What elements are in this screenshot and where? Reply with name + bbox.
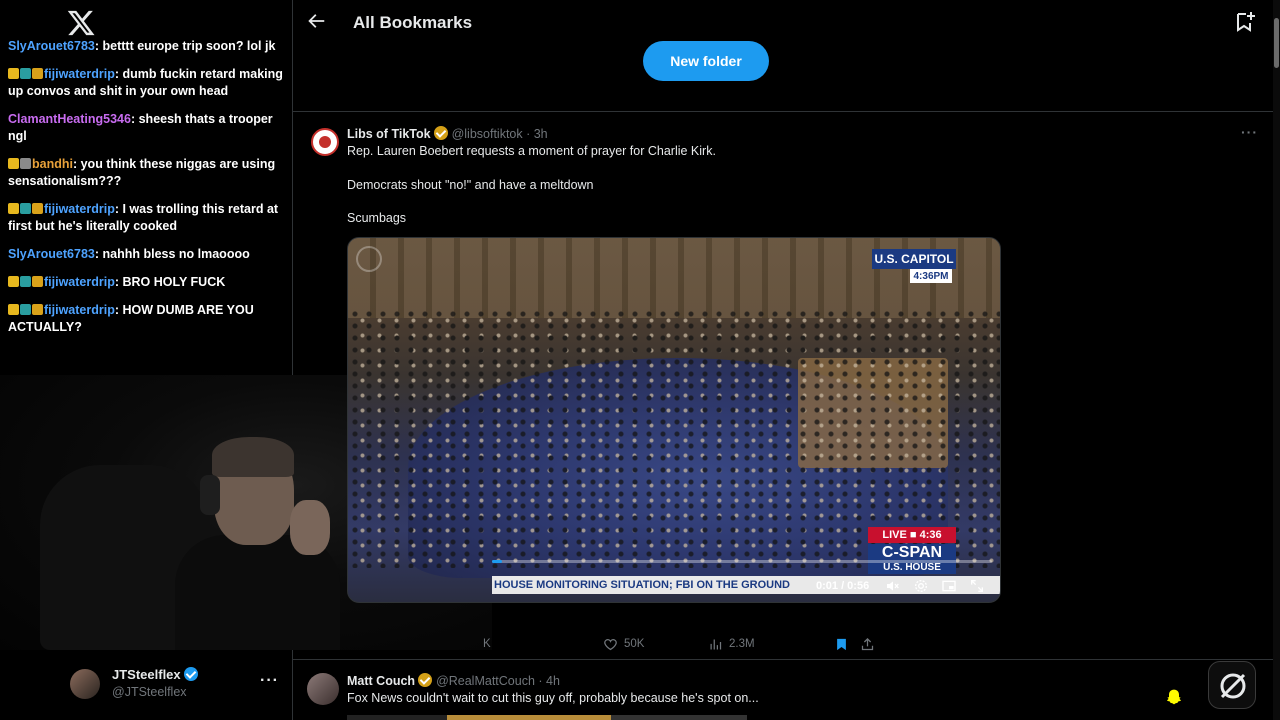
- grok-button[interactable]: [1208, 661, 1256, 709]
- chat-message: fijiwaterdrip: BRO HOLY FUCK: [8, 274, 284, 291]
- bookmark-filled-icon: [837, 638, 846, 650]
- verified-badge-icon: [433, 126, 448, 140]
- tweet-text-line: Democrats shout "no!" and have a meltdow…: [347, 178, 594, 192]
- chat-badge-gold-icon: [32, 68, 43, 79]
- author-name[interactable]: Matt Couch: [347, 674, 415, 688]
- add-bookmark-folder-icon[interactable]: [1233, 10, 1257, 34]
- chat-message: SlyArouet6783: betttt europe trip soon? …: [8, 38, 284, 55]
- chat-username[interactable]: bandhi: [32, 157, 73, 171]
- account-handle: @JTSteelflex: [112, 685, 187, 699]
- avatar[interactable]: [70, 669, 100, 699]
- chat-badge-crown-icon: [8, 158, 19, 169]
- x-logo-icon[interactable]: [66, 8, 96, 38]
- author-name[interactable]: Libs of TikTok: [347, 127, 431, 141]
- tweet-actions: K 50K 2.3M: [483, 636, 875, 652]
- chat-message: fijiwaterdrip: dumb fuckin retard making…: [8, 66, 284, 100]
- volume-icon[interactable]: [885, 578, 901, 594]
- back-arrow-icon[interactable]: [305, 10, 327, 32]
- avatar[interactable]: [311, 128, 339, 156]
- chat-username[interactable]: fijiwaterdrip: [44, 275, 115, 289]
- chat-message: bandhi: you think these niggas are using…: [8, 156, 284, 190]
- tweet-media-preview[interactable]: [347, 715, 747, 720]
- chat-badge-gold-icon: [32, 304, 43, 315]
- account-switcher[interactable]: JTSteelflex @JTSteelflex ···: [70, 664, 285, 704]
- tweet[interactable]: Matt Couch @RealMattCouch · 4h Fox News c…: [293, 661, 1273, 720]
- chat-username[interactable]: SlyArouet6783: [8, 39, 95, 53]
- fullscreen-icon[interactable]: [969, 578, 985, 594]
- chat-badge-teal-icon: [20, 68, 31, 79]
- verified-badge-icon: [183, 667, 198, 681]
- live-badge: LIVE ■ 4:36: [868, 527, 956, 543]
- settings-gear-icon[interactable]: [913, 578, 929, 594]
- heart-icon: [604, 638, 617, 650]
- chat-username[interactable]: fijiwaterdrip: [44, 202, 115, 216]
- chat-message: ClamantHeating5346: sheesh thats a troop…: [8, 111, 284, 145]
- chat-message: SlyArouet6783: nahhh bless no lmaoooo: [8, 246, 284, 263]
- capitol-label: U.S. CAPITOL: [872, 249, 956, 269]
- chat-text: : BRO HOLY FUCK: [114, 275, 226, 289]
- tweet-header: Libs of TikTok @libsoftiktok · 3h: [347, 126, 548, 141]
- chat-badge-crown-icon: [8, 304, 19, 315]
- chat-badge-teal-icon: [20, 276, 31, 287]
- video-player[interactable]: U.S. CAPITOL 4:36PM LIVE ■ 4:36 C-SPAN U…: [347, 237, 1001, 603]
- analytics-icon: [710, 639, 722, 649]
- chat-badge-crown-icon: [8, 276, 19, 287]
- chat-badge-gold-icon: [32, 276, 43, 287]
- chat-username[interactable]: ClamantHeating5346: [8, 112, 131, 126]
- views-button[interactable]: 2.3M: [708, 637, 834, 652]
- chat-badge-teal-icon: [20, 203, 31, 214]
- snapchat-ghost-icon: [1166, 689, 1182, 705]
- chat-badge-grey-icon: [20, 158, 31, 169]
- tweet-text-line: Fox News couldn't wait to cut this guy o…: [347, 691, 759, 705]
- headset-icon: [200, 475, 220, 515]
- capitol-time: 4:36PM: [910, 269, 952, 283]
- scrollbar[interactable]: [1273, 0, 1280, 720]
- more-icon[interactable]: ···: [1241, 124, 1258, 140]
- page-title: All Bookmarks: [353, 13, 473, 32]
- author-handle[interactable]: @libsoftiktok · 3h: [452, 127, 548, 141]
- chat-text: : betttt europe trip soon? lol jk: [94, 39, 276, 53]
- chat-badge-gold-icon: [32, 203, 43, 214]
- account-name: JTSteelflex: [112, 667, 198, 682]
- bookmark-button[interactable]: [834, 637, 860, 652]
- chat-message: fijiwaterdrip: HOW DUMB ARE YOU ACTUALLY…: [8, 302, 284, 336]
- tweet-header: Matt Couch @RealMattCouch · 4h: [347, 673, 560, 688]
- tweet-text-line: Rep. Lauren Boebert requests a moment of…: [347, 144, 716, 158]
- new-folder-button[interactable]: New folder: [643, 41, 769, 81]
- chat-badge-crown-icon: [8, 203, 19, 214]
- more-icon[interactable]: ···: [260, 672, 279, 690]
- chat-username[interactable]: fijiwaterdrip: [44, 67, 115, 81]
- video-controls: 0:01 / 0:56: [816, 578, 996, 594]
- chat-badge-teal-icon: [20, 304, 31, 315]
- chat-text: : nahhh bless no lmaoooo: [94, 247, 250, 261]
- chat-username[interactable]: fijiwaterdrip: [44, 303, 115, 317]
- like-count: 50K: [624, 638, 645, 650]
- share-icon: [861, 637, 874, 650]
- video-progress-fill: [492, 560, 502, 563]
- tweet[interactable]: Libs of TikTok @libsoftiktok · 3h ··· Rep…: [293, 112, 1273, 660]
- chat-badge-crown-icon: [8, 68, 19, 79]
- grok-icon: [1220, 673, 1246, 699]
- channel-watermark-icon: [356, 246, 382, 272]
- header: All Bookmarks New folder: [293, 0, 1273, 112]
- picture-in-picture-icon[interactable]: [941, 578, 957, 594]
- chat-message: fijiwaterdrip: I was trolling this retar…: [8, 201, 284, 235]
- tweet-text-line: Scumbags: [347, 211, 407, 225]
- stream-chat: SlyArouet6783: betttt europe trip soon? …: [8, 38, 284, 347]
- share-button[interactable]: [860, 637, 875, 652]
- verified-badge-icon: [418, 673, 433, 687]
- avatar[interactable]: [307, 673, 339, 705]
- chat-username[interactable]: SlyArouet6783: [8, 247, 95, 261]
- video-progress-bar[interactable]: [492, 560, 992, 563]
- reply-count[interactable]: K: [483, 638, 603, 650]
- cspan-logo: C-SPAN U.S. HOUSE: [868, 544, 956, 574]
- view-count: 2.3M: [729, 638, 755, 650]
- author-handle[interactable]: @RealMattCouch · 4h: [436, 674, 560, 688]
- video-time: 0:01 / 0:56: [816, 580, 870, 592]
- like-button[interactable]: 50K: [603, 637, 708, 652]
- main-timeline: All Bookmarks New folder Libs of TikTok @…: [293, 0, 1273, 720]
- scrollbar-thumb[interactable]: [1274, 18, 1279, 68]
